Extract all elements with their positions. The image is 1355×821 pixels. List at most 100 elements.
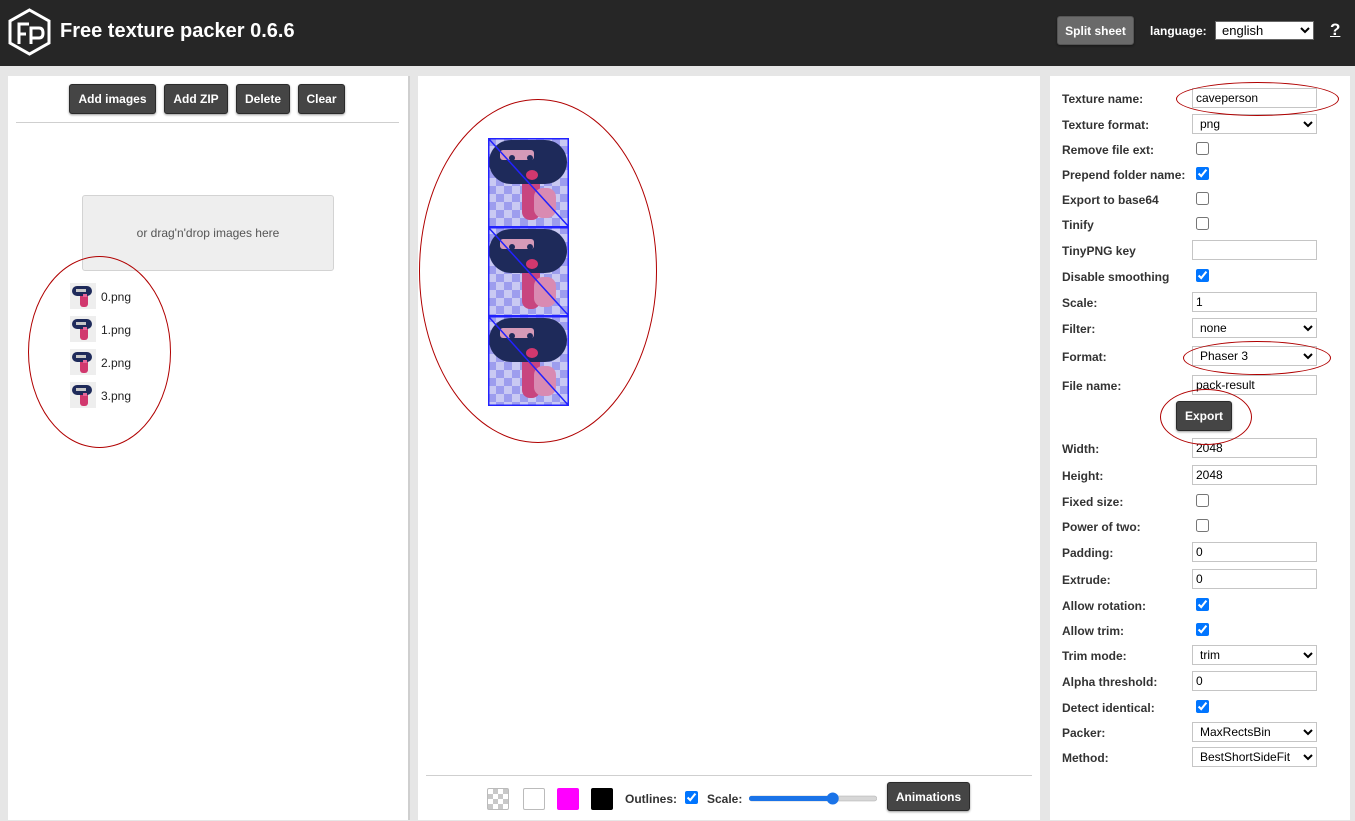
- prepend-folder-row: Prepend folder name:: [1062, 164, 1342, 186]
- scale-row: Scale:: [1062, 292, 1342, 314]
- file-list: 0.png 1.png 2.png 3.png: [70, 283, 170, 415]
- disable-smoothing-checkbox[interactable]: [1196, 269, 1209, 282]
- height-input[interactable]: [1192, 465, 1317, 485]
- list-item[interactable]: 0.png: [70, 283, 170, 316]
- method-label: Method:: [1062, 751, 1109, 765]
- filter-row: Filter: none: [1062, 318, 1342, 340]
- tinypng-key-input[interactable]: [1192, 240, 1317, 260]
- packer-label: Packer:: [1062, 726, 1106, 740]
- list-item[interactable]: 1.png: [70, 316, 170, 349]
- export-button[interactable]: Export: [1176, 401, 1232, 431]
- texture-format-label: Texture format:: [1062, 118, 1150, 132]
- width-input[interactable]: [1192, 438, 1317, 458]
- format-row: Format: Phaser 3: [1062, 346, 1342, 368]
- help-link[interactable]: ?: [1330, 20, 1340, 40]
- sprite-thumbnail-icon: [70, 283, 96, 309]
- outlines-label: Outlines:: [625, 792, 678, 806]
- sprite-sheet-preview[interactable]: [488, 138, 569, 406]
- magenta-background-swatch[interactable]: [557, 788, 579, 810]
- power-of-two-checkbox[interactable]: [1196, 519, 1209, 532]
- scale-slider[interactable]: [749, 788, 877, 808]
- padding-row: Padding:: [1062, 542, 1342, 564]
- allow-trim-checkbox[interactable]: [1196, 623, 1209, 636]
- settings-panel: Texture name: Texture format: png Remove…: [1050, 76, 1350, 820]
- detect-identical-row: Detect identical:: [1062, 697, 1342, 719]
- file-name-input[interactable]: [1192, 375, 1317, 395]
- height-label: Height:: [1062, 469, 1104, 483]
- tinify-label: Tinify: [1062, 218, 1094, 232]
- sprite-thumbnail-icon: [70, 316, 96, 342]
- split-sheet-button[interactable]: Split sheet: [1057, 16, 1134, 45]
- allow-rotation-checkbox[interactable]: [1196, 598, 1209, 611]
- tinypng-key-label: TinyPNG key: [1062, 244, 1136, 258]
- scale-input[interactable]: [1192, 292, 1317, 312]
- allow-rotation-row: Allow rotation:: [1062, 595, 1342, 617]
- fixed-size-label: Fixed size:: [1062, 495, 1124, 509]
- preview-toolbar: Outlines: Scale: Animations: [426, 775, 1032, 821]
- format-label: Format:: [1062, 350, 1107, 364]
- tinypng-key-row: TinyPNG key: [1062, 240, 1342, 262]
- sprite-thumbnail-icon: [70, 349, 96, 375]
- list-item[interactable]: 3.png: [70, 382, 170, 415]
- extrude-row: Extrude:: [1062, 569, 1342, 591]
- clear-button[interactable]: Clear: [298, 84, 345, 114]
- detect-identical-checkbox[interactable]: [1196, 700, 1209, 713]
- method-select[interactable]: BestShortSideFit: [1192, 747, 1317, 767]
- texture-format-select[interactable]: png: [1192, 114, 1317, 134]
- trim-mode-select[interactable]: trim: [1192, 645, 1317, 665]
- preview-panel: Outlines: Scale: Animations: [418, 76, 1040, 820]
- language-label: language:: [1150, 24, 1207, 38]
- method-row: Method: BestShortSideFit: [1062, 747, 1342, 769]
- allow-rotation-label: Allow rotation:: [1062, 599, 1146, 613]
- extrude-input[interactable]: [1192, 569, 1317, 589]
- animations-button[interactable]: Animations: [887, 782, 970, 811]
- app-logo-icon: [8, 8, 51, 56]
- add-zip-button[interactable]: Add ZIP: [164, 84, 228, 114]
- top-bar: Free texture packer 0.6.6 Split sheet la…: [0, 0, 1355, 66]
- file-name: 2.png: [101, 356, 132, 370]
- width-label: Width:: [1062, 442, 1100, 456]
- toolbar-divider: [16, 122, 399, 123]
- checker-background-swatch[interactable]: [487, 788, 509, 810]
- delete-button[interactable]: Delete: [236, 84, 290, 114]
- file-name-row: File name:: [1062, 375, 1342, 397]
- trim-mode-label: Trim mode:: [1062, 649, 1127, 663]
- alpha-threshold-input[interactable]: [1192, 671, 1317, 691]
- prepend-folder-checkbox[interactable]: [1196, 167, 1209, 180]
- remove-file-ext-row: Remove file ext:: [1062, 139, 1342, 161]
- filter-label: Filter:: [1062, 322, 1096, 336]
- list-item[interactable]: 2.png: [70, 349, 170, 382]
- texture-name-input[interactable]: [1192, 88, 1317, 108]
- language-select[interactable]: english: [1215, 21, 1314, 40]
- texture-name-row: Texture name:: [1062, 88, 1342, 110]
- export-base64-checkbox[interactable]: [1196, 192, 1209, 205]
- packer-select[interactable]: MaxRectsBin: [1192, 722, 1317, 742]
- filter-select[interactable]: none: [1192, 318, 1317, 338]
- fixed-size-row: Fixed size:: [1062, 491, 1342, 513]
- allow-trim-row: Allow trim:: [1062, 620, 1342, 642]
- scale-label: Scale:: [707, 792, 743, 806]
- packer-row: Packer: MaxRectsBin: [1062, 722, 1342, 744]
- disable-smoothing-row: Disable smoothing: [1062, 266, 1342, 288]
- file-name: 0.png: [101, 290, 132, 304]
- disable-smoothing-label: Disable smoothing: [1062, 270, 1170, 284]
- alpha-threshold-row: Alpha threshold:: [1062, 671, 1342, 693]
- black-background-swatch[interactable]: [591, 788, 613, 810]
- remove-file-ext-checkbox[interactable]: [1196, 142, 1209, 155]
- texture-name-label: Texture name:: [1062, 92, 1144, 106]
- power-of-two-label: Power of two:: [1062, 520, 1141, 534]
- add-images-button[interactable]: Add images: [69, 84, 156, 114]
- width-row: Width:: [1062, 438, 1342, 460]
- outlines-checkbox[interactable]: [685, 791, 698, 804]
- export-base64-label: Export to base64: [1062, 193, 1159, 207]
- images-toolbar: Add images Add ZIP Delete Clear: [8, 84, 408, 114]
- extrude-label: Extrude:: [1062, 573, 1111, 587]
- white-background-swatch[interactable]: [523, 788, 545, 810]
- fixed-size-checkbox[interactable]: [1196, 494, 1209, 507]
- image-dropzone[interactable]: or drag'n'drop images here: [82, 195, 334, 271]
- tinify-checkbox[interactable]: [1196, 217, 1209, 230]
- file-name: 1.png: [101, 323, 132, 337]
- format-select[interactable]: Phaser 3: [1192, 346, 1317, 366]
- images-panel: Add images Add ZIP Delete Clear or drag'…: [8, 76, 410, 820]
- padding-input[interactable]: [1192, 542, 1317, 562]
